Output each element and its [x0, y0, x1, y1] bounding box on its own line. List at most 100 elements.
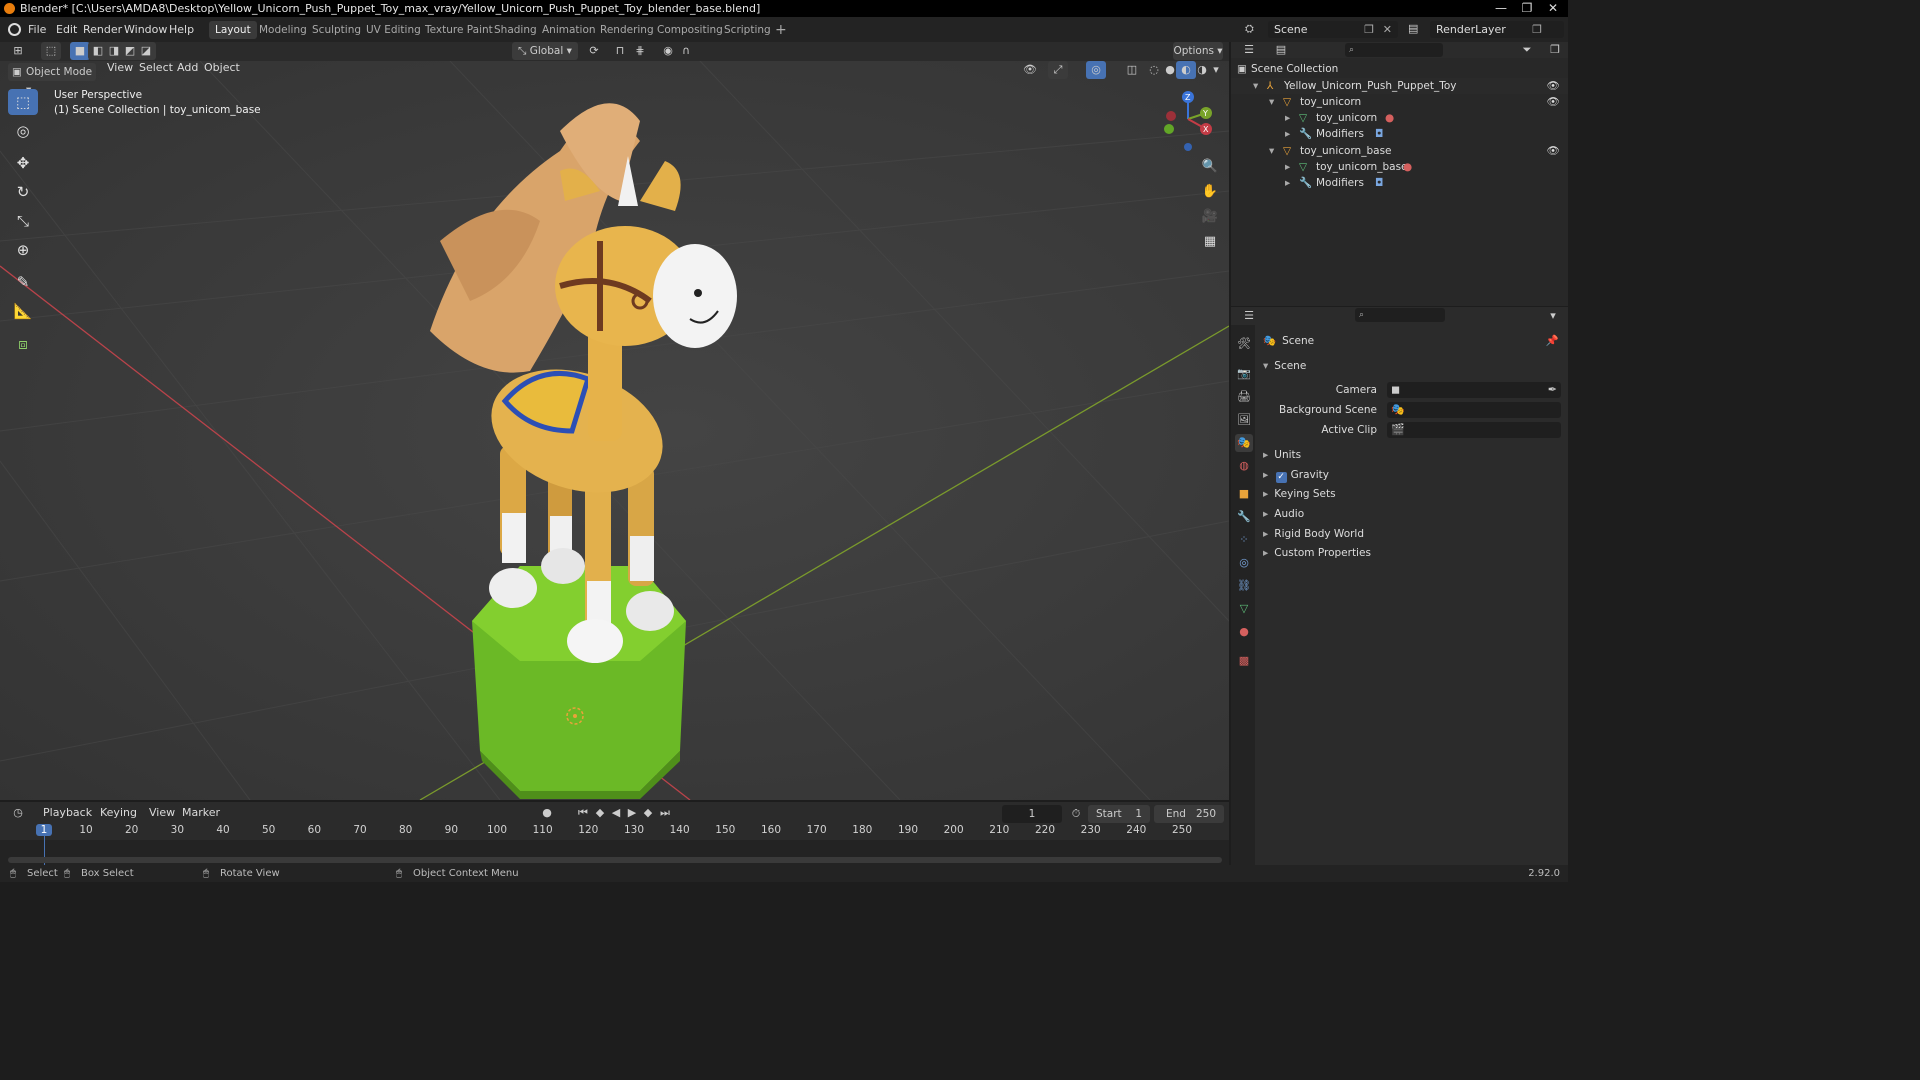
- rotate-tool-icon[interactable]: ↻: [8, 179, 38, 205]
- start-frame-field[interactable]: Start 1: [1088, 805, 1150, 823]
- gravity-panel-header[interactable]: ▸ ✓ Gravity: [1263, 466, 1563, 484]
- outliner-search-input[interactable]: ⌕: [1345, 43, 1443, 57]
- expand-arrow-icon[interactable]: ▸: [1285, 126, 1290, 142]
- record-keyframe-icon[interactable]: ●: [537, 804, 557, 822]
- select-mode-new-icon[interactable]: ■: [70, 42, 90, 60]
- scene-tab-icon[interactable]: 🎭: [1235, 434, 1253, 452]
- units-panel-header[interactable]: ▸ Units: [1263, 446, 1563, 464]
- outliner-row-collection[interactable]: ▾ ⅄ Yellow_Unicorn_Push_Puppet_Toy 👁: [1231, 78, 1568, 94]
- xray-toggle-icon[interactable]: ◫: [1122, 61, 1142, 79]
- add-cube-tool-icon[interactable]: ⧈: [8, 331, 38, 357]
- properties-options-icon[interactable]: ▾: [1543, 307, 1563, 325]
- shading-options-icon[interactable]: ▾: [1206, 61, 1226, 79]
- tab-layout[interactable]: Layout: [209, 21, 257, 39]
- 3d-viewport[interactable]: ▣ Object Mode ▾ View Select Add Object 👁…: [0, 61, 1229, 800]
- tab-scripting[interactable]: Scripting: [718, 21, 777, 39]
- camera-view-icon[interactable]: 🎥: [1199, 206, 1221, 228]
- pivot-point-icon[interactable]: ⟳: [584, 42, 604, 60]
- scene-browse-icon[interactable]: ⛭: [1245, 22, 1265, 38]
- move-tool-icon[interactable]: ✥: [8, 150, 38, 176]
- pan-hand-icon[interactable]: ✋: [1199, 181, 1221, 203]
- new-collection-icon[interactable]: ❐: [1545, 41, 1565, 59]
- active-clip-field[interactable]: 🎬: [1387, 422, 1561, 438]
- eyedropper-icon[interactable]: ✒: [1548, 382, 1557, 398]
- menu-object[interactable]: Object: [204, 61, 240, 77]
- outliner-row-object[interactable]: ▾ ▽ toy_unicorn 👁: [1231, 94, 1568, 110]
- outliner-row-modifiers[interactable]: ▸ 🔧 Modifiers ◘: [1231, 175, 1568, 191]
- cursor-tool-icon[interactable]: ◎: [8, 118, 38, 144]
- scale-tool-icon[interactable]: ⤡: [8, 208, 38, 234]
- expand-arrow-icon[interactable]: ▾: [1253, 78, 1258, 94]
- tab-rendering[interactable]: Rendering: [594, 21, 660, 39]
- tool-tab-icon[interactable]: 🛠: [1235, 335, 1253, 353]
- scene-panel-header[interactable]: ▾ Scene: [1263, 357, 1563, 375]
- properties-search-input[interactable]: ⌕: [1355, 308, 1445, 322]
- navigation-gizmo[interactable]: Z Y X: [1158, 89, 1224, 155]
- delete-scene-icon[interactable]: ✕: [1383, 21, 1392, 38]
- view-layer-selector[interactable]: RenderLayer ❐: [1430, 21, 1564, 38]
- select-mode-intersect-icon[interactable]: ◪: [136, 42, 156, 60]
- menu-add[interactable]: Add: [177, 61, 198, 77]
- properties-editor-type-icon[interactable]: ☰: [1239, 307, 1259, 325]
- physics-tab-icon[interactable]: ◎: [1235, 554, 1253, 572]
- tab-animation[interactable]: Animation: [536, 21, 602, 39]
- gizmo-toggle-icon[interactable]: ⤢: [1048, 61, 1068, 79]
- tab-uv-editing[interactable]: UV Editing: [360, 21, 427, 39]
- outliner-row-scene-collection[interactable]: ▣ Scene Collection: [1231, 61, 1568, 77]
- transform-orientation-dropdown[interactable]: ⤡ Global ▾: [512, 42, 578, 60]
- menu-help[interactable]: Help: [169, 17, 194, 42]
- menu-view[interactable]: View: [107, 61, 133, 77]
- particles-tab-icon[interactable]: ⁘: [1235, 531, 1253, 549]
- camera-field[interactable]: ◼ ✒: [1387, 382, 1561, 398]
- expand-arrow-icon[interactable]: ▸: [1285, 175, 1290, 191]
- visibility-filter-icon[interactable]: 👁: [1020, 61, 1040, 79]
- select-tool-icon[interactable]: ⬚: [41, 42, 61, 60]
- select-box-tool-icon[interactable]: ⬚: [8, 89, 38, 115]
- overlay-toggle-icon[interactable]: ◎: [1086, 61, 1106, 79]
- expand-arrow-icon[interactable]: ▾: [1269, 143, 1274, 159]
- menu-marker[interactable]: Marker: [182, 802, 220, 824]
- minimize-button[interactable]: —: [1488, 0, 1514, 17]
- outliner-row-modifiers[interactable]: ▸ 🔧 Modifiers ◘: [1231, 126, 1568, 142]
- snap-icon[interactable]: ⊓: [610, 42, 630, 60]
- maximize-button[interactable]: ❐: [1514, 0, 1540, 17]
- constraints-tab-icon[interactable]: ⛓: [1235, 577, 1253, 595]
- editor-type-icon[interactable]: ⊞: [8, 42, 28, 60]
- perspective-grid-icon[interactable]: ▦: [1199, 231, 1221, 253]
- world-tab-icon[interactable]: ◍: [1235, 457, 1253, 475]
- modifiers-tab-icon[interactable]: 🔧: [1235, 508, 1253, 526]
- object-mode-dropdown[interactable]: ▣ Object Mode ▾: [8, 63, 96, 96]
- annotate-tool-icon[interactable]: ✎: [8, 269, 38, 295]
- timeline-scrollbar[interactable]: [8, 857, 1222, 863]
- outliner-row-mesh[interactable]: ▸ ▽ toy_unicorn_base ●: [1231, 159, 1568, 175]
- outliner-filter-icon[interactable]: ⏷: [1517, 41, 1537, 59]
- background-scene-field[interactable]: 🎭: [1387, 402, 1561, 418]
- add-workspace-button[interactable]: +: [769, 21, 793, 39]
- visibility-eye-icon[interactable]: 👁: [1547, 78, 1560, 94]
- data-tab-icon[interactable]: ▽: [1235, 600, 1253, 618]
- menu-playback[interactable]: Playback: [43, 802, 92, 824]
- material-tab-icon[interactable]: ●: [1235, 623, 1253, 641]
- zoom-icon[interactable]: 🔍: [1199, 156, 1221, 178]
- measure-tool-icon[interactable]: 📐: [8, 298, 38, 324]
- menu-window[interactable]: Window: [124, 17, 167, 42]
- proportional-falloff-icon[interactable]: ∩: [676, 42, 696, 60]
- expand-arrow-icon[interactable]: ▸: [1285, 159, 1290, 175]
- expand-arrow-icon[interactable]: ▸: [1285, 110, 1290, 126]
- view-layer-tab-icon[interactable]: 🖼: [1235, 411, 1253, 429]
- view-layer-icon[interactable]: ▤: [1408, 22, 1428, 38]
- visibility-eye-icon[interactable]: 👁: [1547, 143, 1560, 159]
- tab-sculpting[interactable]: Sculpting: [306, 21, 367, 39]
- object-tab-icon[interactable]: ■: [1235, 485, 1253, 503]
- menu-edit[interactable]: Edit: [56, 17, 77, 42]
- snap-target-icon[interactable]: ⋕: [630, 42, 650, 60]
- options-dropdown[interactable]: Options ▾: [1173, 42, 1223, 60]
- tab-texture-paint[interactable]: Texture Paint: [419, 21, 499, 39]
- menu-keying[interactable]: Keying: [100, 802, 137, 824]
- outliner-display-mode-icon[interactable]: ▤: [1271, 41, 1291, 59]
- texture-tab-icon[interactable]: ▩: [1235, 652, 1253, 670]
- render-tab-icon[interactable]: 📷: [1235, 365, 1253, 383]
- expand-arrow-icon[interactable]: ▾: [1269, 94, 1274, 110]
- close-button[interactable]: ✕: [1540, 0, 1566, 17]
- new-view-layer-icon[interactable]: ❐: [1532, 21, 1542, 38]
